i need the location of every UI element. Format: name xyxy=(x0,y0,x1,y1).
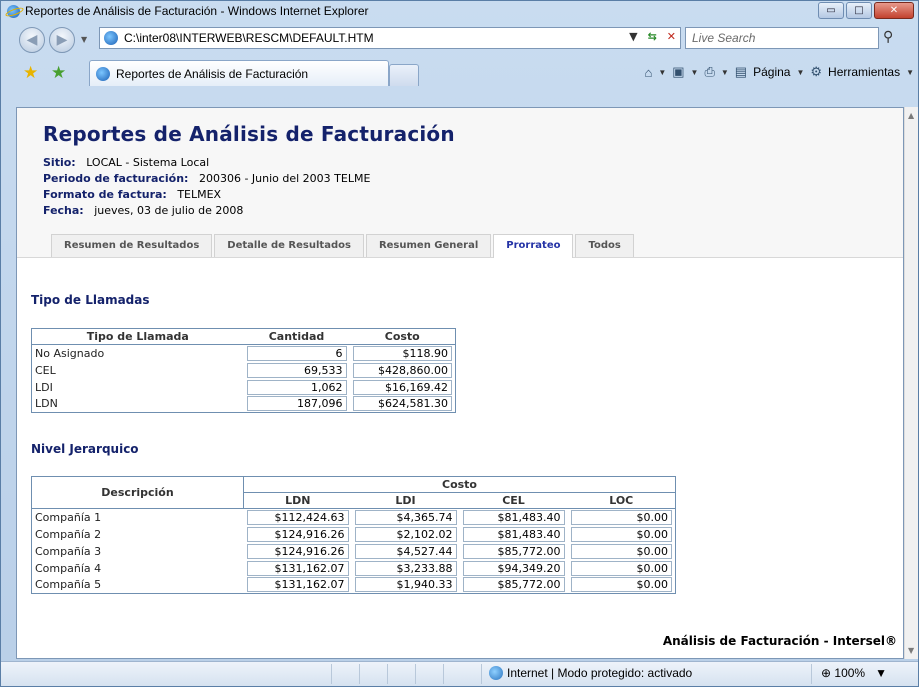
tab-resumen-general[interactable]: Resumen General xyxy=(365,234,492,257)
table-row: No Asignado 6 $118.90 xyxy=(32,345,456,362)
refresh-icon[interactable]: ⇆ xyxy=(648,30,657,43)
nivel-jerarquico-title: Nivel Jerarquico xyxy=(31,442,139,456)
address-dropdown-icon[interactable]: ▼ xyxy=(629,30,637,43)
table-row: Compañía 4 $131,162.07 $3,233.88 $94,349.20… xyxy=(32,560,676,577)
address-url: C:\inter08\INTERWEB\RESCM\DEFAULT.HTM xyxy=(124,31,374,45)
scroll-down-icon[interactable]: ▼ xyxy=(908,646,914,655)
page-menu-icon: ▤ xyxy=(734,64,748,79)
column-header: LDN xyxy=(243,492,352,509)
tools-gear-icon: ⚙ xyxy=(810,64,823,79)
status-divider xyxy=(331,664,332,684)
history-dropdown-icon[interactable]: ▼ xyxy=(81,35,87,44)
status-bar: Internet | Modo protegido: activado ⊕ 10… xyxy=(1,661,918,686)
tab-resumen-resultados[interactable]: Resumen de Resultados xyxy=(51,234,213,257)
tools-menu[interactable]: Herramientas xyxy=(828,65,900,79)
zoom-level: 100% xyxy=(834,666,866,680)
column-header: LDI xyxy=(351,492,460,509)
column-header: Costo xyxy=(349,328,456,345)
column-header: Cantidad xyxy=(243,328,350,345)
address-bar[interactable]: C:\inter08\INTERWEB\RESCM\DEFAULT.HTM ▼ … xyxy=(99,27,681,49)
zoom-dropdown-icon[interactable]: ▼ xyxy=(868,666,887,680)
page-icon xyxy=(104,31,118,45)
feeds-dropdown-icon[interactable]: ▼ xyxy=(691,68,699,77)
tab-todos[interactable]: Todos xyxy=(575,234,634,257)
browser-tab-title: Reportes de Análisis de Facturación xyxy=(116,66,309,81)
zoom-control[interactable]: ⊕ 100% ▼ xyxy=(821,666,887,680)
maximize-button[interactable]: □ xyxy=(846,2,872,19)
column-header: LOC xyxy=(567,492,676,509)
tab-prorrateo[interactable]: Prorrateo xyxy=(493,234,574,258)
report-header: Reportes de Análisis de Facturación Siti… xyxy=(17,108,903,258)
tipo-llamadas-table: Tipo de Llamada Cantidad Costo No Asigna… xyxy=(31,328,456,413)
security-zone[interactable]: Internet | Modo protegido: activado xyxy=(489,666,692,680)
column-header: Descripción xyxy=(31,476,244,509)
tab-detalle-resultados[interactable]: Detalle de Resultados xyxy=(214,234,364,257)
status-divider xyxy=(387,664,388,684)
status-divider xyxy=(481,664,482,684)
forward-button[interactable]: ▶ xyxy=(49,27,75,53)
table-row: LDI 1,062 $16,169.42 xyxy=(32,379,456,396)
table-row: Compañía 3 $124,916.26 $4,527.44 $85,772.00… xyxy=(32,543,676,560)
tab-row: ★ ★ Reportes de Análisis de Facturación … xyxy=(1,57,918,105)
home-dropdown-icon[interactable]: ▼ xyxy=(658,68,666,77)
search-icon[interactable]: ⚲ xyxy=(883,29,893,45)
status-divider xyxy=(811,664,812,684)
table-row: Compañía 5 $131,162.07 $1,940.33 $85,772.00… xyxy=(32,577,676,594)
meta-row: Formato de factura: TELMEX xyxy=(43,188,222,201)
footer-brand: Análisis de Facturación - Intersel® xyxy=(662,634,897,648)
browser-tab-active[interactable]: Reportes de Análisis de Facturación xyxy=(89,60,389,86)
status-divider xyxy=(443,664,444,684)
status-divider xyxy=(359,664,360,684)
favorites-star-icon[interactable]: ★ xyxy=(23,63,38,83)
command-bar: ⌂ ▼ ▣ ▼ ⎙ ▼ ▤ Página ▼ ⚙ Herramientas ▼ xyxy=(644,64,914,80)
stop-icon[interactable]: ✕ xyxy=(667,30,676,43)
security-zone-label: Internet | Modo protegido: activado xyxy=(507,666,693,680)
print-dropdown-icon[interactable]: ▼ xyxy=(721,68,729,77)
table-row: CEL 69,533 $428,860.00 xyxy=(32,362,456,379)
close-button[interactable]: ✕ xyxy=(874,2,914,19)
minimize-button[interactable]: ▭ xyxy=(818,2,844,19)
meta-row: Periodo de facturación: 200306 - Junio d… xyxy=(43,172,371,185)
status-divider xyxy=(415,664,416,684)
meta-row: Sitio: LOCAL - Sistema Local xyxy=(43,156,210,169)
window-title: Reportes de Análisis de Facturación - Wi… xyxy=(25,4,369,18)
search-input[interactable]: Live Search xyxy=(685,27,879,49)
window-controls: ▭ □ ✕ xyxy=(818,2,914,19)
table-row: Compañía 1 $112,424.63 $4,365.74 $81,483.40… xyxy=(32,509,676,526)
table-header-row: Descripción Costo xyxy=(31,476,676,509)
meta-row: Fecha: jueves, 03 de julio de 2008 xyxy=(43,204,244,217)
ie-logo-icon xyxy=(7,4,20,18)
vertical-scrollbar[interactable]: ▲ ▼ xyxy=(904,107,918,659)
title-bar: Reportes de Análisis de Facturación - Wi… xyxy=(1,1,918,21)
column-header: CEL xyxy=(459,492,568,509)
address-row: ◀ ▶ ▼ C:\inter08\INTERWEB\RESCM\DEFAULT.… xyxy=(1,23,918,55)
add-favorite-icon[interactable]: ★ xyxy=(51,63,66,83)
globe-icon xyxy=(489,666,503,680)
tools-dropdown-icon[interactable]: ▼ xyxy=(906,68,914,77)
new-tab-button[interactable] xyxy=(389,64,419,86)
address-actions: ▼ ⇆ ✕ xyxy=(629,30,676,43)
table-row: Compañía 2 $124,916.26 $2,102.02 $81,483.40… xyxy=(32,526,676,543)
table-header-row: Tipo de Llamada Cantidad Costo xyxy=(31,328,456,345)
report-tabs: Resumen de Resultados Detalle de Resulta… xyxy=(51,234,634,258)
nivel-jerarquico-table: Descripción Costo LDN LDI CEL LOC Compañ… xyxy=(31,476,676,594)
column-header: Tipo de Llamada xyxy=(31,328,244,345)
feeds-icon[interactable]: ▣ xyxy=(672,64,684,80)
browser-window: Reportes de Análisis de Facturación - Wi… xyxy=(0,0,919,687)
scroll-up-icon[interactable]: ▲ xyxy=(908,111,914,120)
page-menu-dropdown-icon[interactable]: ▼ xyxy=(796,68,804,77)
report-metadata: Sitio: LOCAL - Sistema Local Periodo de … xyxy=(43,155,903,219)
page-content: Reportes de Análisis de Facturación Siti… xyxy=(16,107,904,659)
print-icon[interactable]: ⎙ xyxy=(704,64,714,80)
group-header: Costo xyxy=(243,476,676,493)
tipo-llamadas-title: Tipo de Llamadas xyxy=(31,293,150,307)
page-icon xyxy=(96,66,110,81)
table-row: LDN 187,096 $624,581.30 xyxy=(32,396,456,413)
page-menu[interactable]: Página xyxy=(753,65,790,79)
page-title: Reportes de Análisis de Facturación xyxy=(43,122,455,146)
zoom-icon: ⊕ xyxy=(821,666,832,680)
home-icon[interactable]: ⌂ xyxy=(644,65,652,80)
back-button[interactable]: ◀ xyxy=(19,27,45,53)
